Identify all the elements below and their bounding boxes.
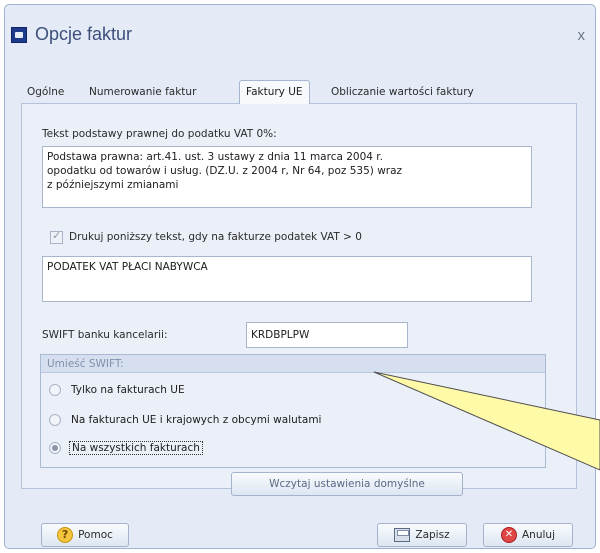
legal-text-line: opodatku od towarów i usług. (DZ.U. z 20…: [47, 165, 403, 177]
cancel-button[interactable]: ✕ Anuluj: [483, 523, 573, 547]
tab-numbering[interactable]: Numerowanie faktur: [89, 83, 196, 103]
print-text-checkbox[interactable]: [50, 229, 63, 244]
swift-label: SWIFT banku kancelarii:: [42, 329, 168, 341]
legal-text-label: Tekst podstawy prawnej do podatku VAT 0%…: [42, 128, 277, 140]
radio-button-selected[interactable]: [49, 442, 61, 454]
legal-text-line: z późniejszymi zmianami: [47, 179, 179, 191]
print-text-checkbox-label: Drukuj poniższy tekst, gdy na fakturze p…: [69, 231, 362, 243]
options-dialog: Opcje faktur x Ogólne Numerowanie faktur…: [4, 4, 596, 549]
tab-bar: Ogólne Numerowanie faktur Faktury UE Obl…: [21, 80, 571, 104]
print-text-checkbox-row[interactable]: Drukuj poniższy tekst, gdy na fakturze p…: [50, 228, 362, 246]
radio-button[interactable]: [49, 414, 61, 426]
legal-text-field[interactable]: Podstawa prawna: art.41. ust. 3 ustawy z…: [42, 146, 532, 208]
help-button[interactable]: ? Pomoc: [41, 523, 129, 547]
swift-placement-group: Umieść SWIFT: Tylko na fakturach UE Na f…: [40, 354, 546, 468]
save-button[interactable]: Zapisz: [377, 523, 467, 547]
question-icon: ?: [57, 527, 74, 543]
dialog-title: Opcje faktur: [35, 24, 133, 44]
vat-text-value: PODATEK VAT PŁACI NABYWCA: [47, 261, 208, 273]
radio-eu-and-foreign-currency[interactable]: Na fakturach UE i krajowych z obcymi wal…: [49, 411, 323, 429]
cancel-label: Anuluj: [522, 529, 555, 541]
load-defaults-button[interactable]: Wczytaj ustawienia domyślne: [231, 472, 463, 496]
tab-eu-invoices[interactable]: Faktury UE: [239, 80, 310, 104]
title-bar: Opcje faktur x: [5, 5, 595, 65]
radio-button[interactable]: [49, 384, 61, 396]
swift-value: KRDBPLPW: [251, 329, 310, 341]
close-icon[interactable]: x: [578, 27, 586, 44]
tab-invoice-value[interactable]: Obliczanie wartości faktury: [331, 83, 474, 103]
help-label: Pomoc: [78, 529, 113, 541]
vat-text-field[interactable]: PODATEK VAT PŁACI NABYWCA: [42, 256, 532, 302]
radio-all-invoices[interactable]: Na wszystkich fakturach: [49, 439, 203, 457]
legal-text-line: Podstawa prawna: art.41. ust. 3 ustawy z…: [47, 151, 383, 163]
app-icon: [11, 27, 27, 43]
radio-eu-and-foreign-currency-label: Na fakturach UE i krajowych z obcymi wal…: [71, 414, 322, 426]
swift-placement-header: Umieść SWIFT:: [41, 355, 545, 373]
swift-input[interactable]: KRDBPLPW: [246, 322, 408, 348]
tab-general[interactable]: Ogólne: [27, 83, 64, 103]
radio-eu-only[interactable]: Tylko na fakturach UE: [49, 381, 187, 399]
load-defaults-label: Wczytaj ustawienia domyślne: [269, 478, 425, 490]
radio-all-invoices-label: Na wszystkich fakturach: [69, 441, 203, 455]
cancel-icon: ✕: [501, 527, 517, 543]
radio-eu-only-label: Tylko na fakturach UE: [71, 384, 185, 396]
save-label: Zapisz: [415, 529, 450, 541]
eu-invoices-panel: Tekst podstawy prawnej do podatku VAT 0%…: [21, 103, 577, 489]
save-icon: [394, 528, 411, 542]
